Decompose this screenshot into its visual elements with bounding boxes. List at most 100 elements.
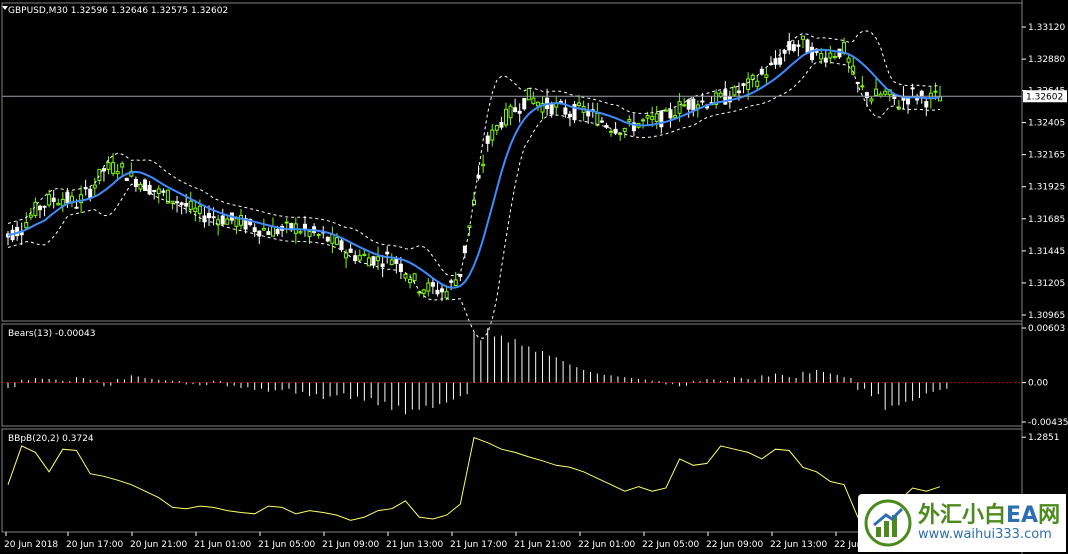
- candle-body: [33, 201, 38, 216]
- candle-body: [860, 85, 865, 88]
- candle-body: [659, 110, 664, 128]
- x-tick-label: 21 Jun 09:00: [322, 540, 379, 550]
- x-tick-label: 21 Jun 05:00: [258, 540, 315, 550]
- candle-body: [508, 105, 513, 119]
- candle-body: [220, 215, 225, 225]
- candle-body: [261, 227, 266, 231]
- candle-body: [910, 87, 915, 90]
- bbpb-line: [7, 436, 941, 521]
- candle-body: [92, 184, 97, 189]
- candle-body: [133, 178, 138, 188]
- candle-body: [549, 102, 554, 115]
- candle-body: [832, 55, 837, 58]
- candle-body: [56, 202, 61, 206]
- candle-body: [252, 227, 257, 232]
- candle-body: [19, 232, 24, 236]
- bears-tick-label: -0.00435: [1028, 418, 1068, 428]
- candle-body: [924, 101, 929, 108]
- candle-body: [106, 162, 111, 170]
- candle-body: [490, 129, 495, 141]
- candle-body: [700, 100, 705, 103]
- y-tick-label: 1.31685: [1028, 215, 1065, 225]
- candle-body: [869, 98, 874, 102]
- chart-title: GBPUSD,M30 1.32596 1.32646 1.32575 1.326…: [8, 6, 228, 16]
- y-tick-label: 1.31445: [1028, 247, 1065, 257]
- candle-body: [389, 259, 394, 266]
- candle-body: [823, 57, 828, 63]
- candle-body: [398, 263, 403, 272]
- candle-body: [161, 190, 166, 193]
- candle-body: [577, 102, 582, 107]
- candle-body: [316, 233, 321, 236]
- candle-body: [846, 57, 851, 63]
- candle-body: [51, 197, 56, 202]
- candle-body: [426, 282, 431, 292]
- candle-body: [266, 231, 271, 236]
- candle-body: [481, 163, 486, 167]
- candle-body: [563, 107, 568, 115]
- candle-body: [668, 109, 673, 119]
- panel-frame-bears: [1, 323, 1023, 427]
- candle-body: [143, 179, 148, 192]
- candle-body: [609, 130, 614, 133]
- candle-body: [207, 212, 212, 219]
- y-tick-label: 1.32880: [1028, 55, 1065, 65]
- candle-body: [654, 113, 659, 122]
- candle-body: [334, 237, 339, 245]
- candle-body: [599, 120, 604, 123]
- candle-body: [28, 214, 33, 218]
- candle-body: [695, 104, 700, 109]
- x-tick-label: 22 Jun 01:00: [578, 540, 635, 550]
- candle-body: [124, 177, 129, 182]
- candle-body: [732, 86, 737, 96]
- candle-body: [380, 263, 385, 268]
- candle-body: [828, 52, 833, 59]
- candle-body: [170, 200, 175, 204]
- x-tick-label: 20 Jun 21:00: [130, 540, 187, 550]
- candle-body: [622, 127, 627, 132]
- candle-body: [586, 111, 591, 117]
- candle-body: [435, 289, 440, 295]
- candle-body: [503, 108, 508, 126]
- bears-power-panel[interactable]: [2, 328, 1022, 415]
- candle-body: [604, 124, 609, 128]
- candle-body: [298, 231, 303, 234]
- candle-body: [239, 215, 243, 226]
- chart-root: 1.331201.328801.326451.324051.321651.319…: [1, 0, 1068, 554]
- candle-body: [394, 258, 399, 264]
- candle-body: [458, 274, 463, 277]
- candle-body: [348, 248, 353, 253]
- y-tick-label: 1.33120: [1028, 23, 1065, 33]
- candle-body: [60, 198, 65, 206]
- candle-body: [535, 101, 540, 107]
- candle-body: [156, 188, 161, 195]
- candle-body: [650, 116, 655, 120]
- candle-body: [819, 53, 824, 60]
- candle-body: [330, 234, 335, 244]
- main-price-chart[interactable]: [2, 30, 1022, 339]
- candle-body: [152, 189, 157, 192]
- candle-body: [677, 101, 682, 114]
- candle-body: [645, 114, 650, 119]
- candle-body: [225, 218, 230, 225]
- candle-body: [746, 78, 751, 90]
- candle-body: [686, 99, 691, 110]
- candle-body: [179, 202, 184, 206]
- x-tick-label: 21 Jun 01:00: [194, 540, 251, 550]
- candle-body: [175, 201, 180, 204]
- candle-body: [837, 48, 842, 58]
- candle-body: [906, 97, 911, 105]
- candle-body: [755, 80, 760, 87]
- candle-body: [673, 114, 678, 118]
- candle-body: [796, 44, 801, 47]
- candle-body: [403, 273, 408, 279]
- candle-body: [782, 49, 787, 54]
- y-tick-label: 1.31205: [1028, 279, 1065, 289]
- bbpb-panel[interactable]: [7, 436, 941, 521]
- candle-body: [344, 252, 349, 259]
- candle-body: [188, 200, 193, 210]
- y-tick-label: 1.31925: [1028, 183, 1065, 193]
- candle-body: [494, 125, 499, 131]
- x-tick-label: 22 Jun 09:00: [706, 540, 763, 550]
- candle-body: [800, 35, 805, 40]
